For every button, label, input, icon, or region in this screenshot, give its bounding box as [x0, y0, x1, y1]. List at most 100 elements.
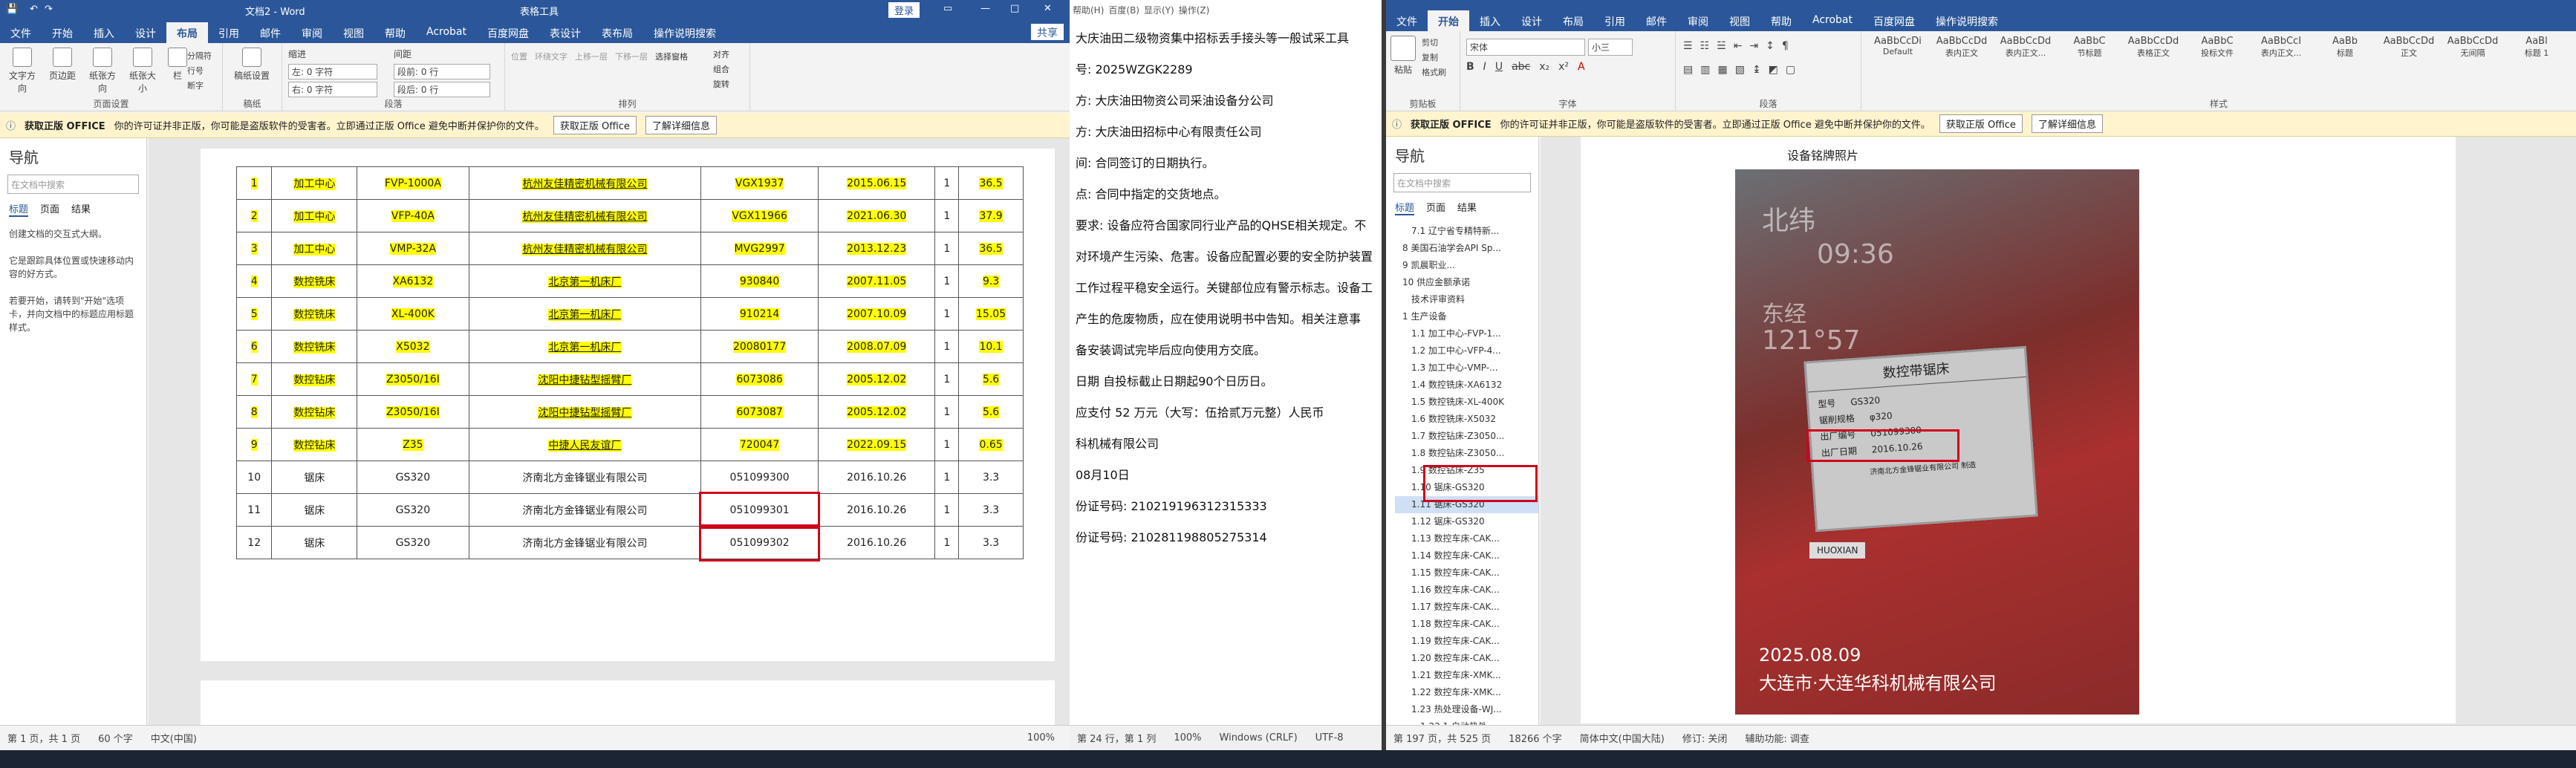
nav-heading-item[interactable]: 1.19 数控车床-CAK... [1395, 633, 1538, 650]
increase-indent-icon[interactable]: ⇥ [1749, 40, 1758, 52]
nav-tab-headings[interactable]: 标题 [9, 201, 29, 217]
r-tab-baidu[interactable]: 百度网盘 [1863, 10, 1925, 31]
table-cell[interactable]: 1 [235, 166, 273, 200]
table-cell[interactable]: 5.6 [958, 395, 1024, 429]
style-item[interactable]: AaBbCcDd 无间隔 [2442, 36, 2503, 59]
table-cell[interactable]: 加工中心 [271, 232, 358, 265]
table-cell[interactable]: 数控铣床 [271, 330, 358, 363]
style-item[interactable]: AaBbCcDd 表内正文... [1995, 36, 2056, 59]
table-cell[interactable]: 4 [235, 264, 273, 298]
get-genuine-button[interactable]: 获取正版 Office [553, 116, 637, 134]
table-cell[interactable]: 9.3 [958, 264, 1024, 298]
numbering-icon[interactable]: ☷ [1700, 40, 1710, 52]
cut-button[interactable]: 剪切 [1422, 36, 1446, 51]
menu-baidu[interactable]: 百度(B) [1108, 4, 1139, 16]
manuscript-settings-button[interactable]: 稿纸设置 [233, 48, 270, 82]
multilevel-icon[interactable]: ☱ [1717, 40, 1726, 52]
table-cell[interactable]: 加工中心 [271, 199, 358, 232]
copy-button[interactable]: 复制 [1422, 51, 1446, 65]
table-cell[interactable]: Z35 [357, 428, 469, 461]
align-center-icon[interactable]: ▥ [1700, 64, 1710, 76]
bring-forward-button[interactable]: 上移一层 [575, 51, 608, 62]
tell-me-search[interactable]: 操作说明搜索 [643, 22, 726, 43]
table-cell[interactable]: 济南北方金锋锯业有限公司 [468, 461, 702, 494]
table-cell[interactable]: 2022.09.15 [817, 428, 936, 461]
nav-heading-item[interactable]: 1.23 热处理设备-WJ... [1395, 701, 1538, 718]
table-cell[interactable]: 36.5 [958, 166, 1024, 200]
font-name-select[interactable]: 宋体 [1466, 39, 1585, 56]
nav-heading-item[interactable]: 1.21 数控车床-XMK... [1395, 667, 1538, 684]
tab-help[interactable]: 帮助 [374, 22, 416, 43]
table-cell[interactable]: 051099302 [698, 524, 821, 562]
right-learn-more-button[interactable]: 了解详细信息 [2031, 114, 2103, 133]
justify-icon[interactable]: ▧ [1735, 64, 1745, 76]
text-direction-button[interactable]: 文字方向 [6, 48, 39, 94]
right-nav-search-input[interactable]: 在文档中搜索 [1393, 173, 1531, 192]
table-cell[interactable]: 北京第一机床厂 [468, 264, 702, 298]
rotate-button[interactable]: 旋转 [713, 77, 729, 92]
table-cell[interactable]: 2016.10.26 [817, 526, 936, 559]
table-cell[interactable]: 北京第一机床厂 [468, 330, 702, 363]
sort-icon[interactable]: ↕ [1766, 40, 1775, 52]
table-cell[interactable]: 锯床 [271, 526, 358, 559]
r-tab-layout[interactable]: 布局 [1552, 10, 1594, 31]
table-cell[interactable]: 1 [934, 428, 960, 461]
table-cell[interactable]: GS320 [357, 493, 469, 527]
table-cell[interactable]: 5 [235, 297, 273, 331]
redo-icon[interactable]: ↷ [45, 4, 53, 15]
nav-heading-item[interactable]: 1.13 数控车床-CAK... [1395, 530, 1538, 547]
nav-heading-item[interactable]: 1.6 数控铣床-X5032 [1395, 411, 1538, 428]
table-cell[interactable]: 9 [235, 428, 273, 461]
spacing-after-field[interactable]: 段后: 0 行 [394, 82, 490, 97]
style-item[interactable]: AaBl 标题 1 [2506, 36, 2567, 59]
menu-display[interactable]: 显示(Y) [1144, 4, 1174, 16]
minimize-button[interactable]: — [980, 3, 990, 14]
line-numbers-button[interactable]: 行号 [187, 64, 212, 79]
nav-heading-item[interactable]: 技术评审资料 [1395, 291, 1538, 308]
table-cell[interactable]: 1 [934, 362, 960, 396]
table-cell[interactable]: 5.6 [958, 362, 1024, 396]
table-cell[interactable]: 1 [934, 199, 960, 232]
columns-button[interactable]: 栏 [166, 48, 189, 94]
table-cell[interactable]: 1 [934, 395, 960, 429]
nav-heading-item[interactable]: 1.4 数控铣床-XA6132 [1395, 377, 1538, 394]
table-cell[interactable]: 锯床 [271, 493, 358, 527]
table-cell[interactable]: 2016.10.26 [817, 461, 936, 494]
table-cell[interactable]: 1 [934, 330, 960, 363]
table-cell[interactable]: 10 [235, 461, 273, 494]
table-cell[interactable]: XL-400K [357, 297, 469, 331]
table-cell[interactable]: 杭州友佳精密机械有限公司 [468, 232, 702, 265]
r-tab-references[interactable]: 引用 [1594, 10, 1636, 31]
style-item[interactable]: AaBbC 投标文件 [2187, 36, 2248, 59]
table-cell[interactable]: VGX1937 [700, 166, 819, 200]
position-button[interactable]: 位置 [511, 51, 527, 62]
table-cell[interactable]: 杭州友佳精密机械有限公司 [468, 166, 702, 200]
right-nav-tab-headings[interactable]: 标题 [1395, 200, 1415, 215]
tab-view[interactable]: 视图 [333, 22, 374, 43]
tab-review[interactable]: 审阅 [291, 22, 333, 43]
style-item[interactable]: AaBbCcDi Default [1867, 36, 1928, 56]
superscript-button[interactable]: x² [1558, 61, 1569, 73]
table-cell[interactable]: 加工中心 [271, 166, 358, 200]
table-cell[interactable]: 济南北方金锋锯业有限公司 [468, 493, 702, 527]
table-cell[interactable]: 数控钻床 [271, 428, 358, 461]
table-cell[interactable]: 051099300 [700, 461, 819, 494]
nav-heading-item[interactable]: 1.17 数控车床-CAK... [1395, 599, 1538, 616]
table-cell[interactable]: 数控铣床 [271, 264, 358, 298]
login-button[interactable]: 登录 [888, 2, 920, 18]
table-cell[interactable]: 数控钻床 [271, 362, 358, 396]
font-size-select[interactable]: 小三 [1588, 39, 1633, 56]
table-cell[interactable]: VGX11966 [700, 199, 819, 232]
nav-heading-item[interactable]: 1.20 数控车床-CAK... [1395, 650, 1538, 667]
tab-insert[interactable]: 插入 [83, 22, 125, 43]
r-tab-review[interactable]: 审阅 [1677, 10, 1719, 31]
indent-left-field[interactable]: 左: 0 字符 [288, 64, 377, 79]
nav-heading-item[interactable]: 1.8 数控钻床-Z3050... [1395, 445, 1538, 462]
align-right-icon[interactable]: ▦ [1717, 64, 1727, 76]
align-left-icon[interactable]: ▤ [1683, 64, 1693, 76]
table-cell[interactable]: X5032 [357, 330, 469, 363]
nav-tab-results[interactable]: 结果 [71, 201, 91, 217]
nav-heading-item[interactable]: 9 凯晨职业... [1395, 257, 1538, 274]
table-cell[interactable]: Z3050/16I [357, 395, 469, 429]
tab-table-design[interactable]: 表设计 [539, 22, 591, 43]
